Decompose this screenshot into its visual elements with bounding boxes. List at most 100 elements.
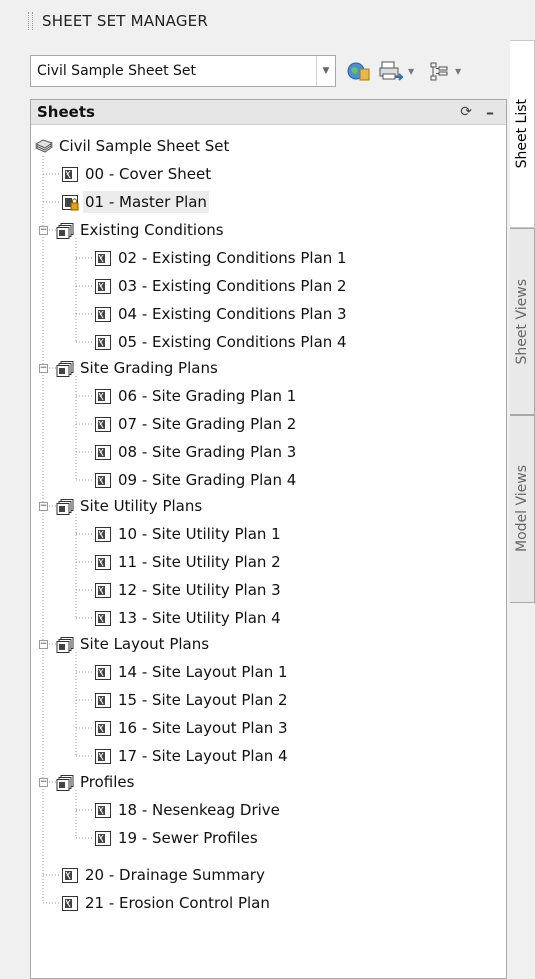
tree-node-label: Civil Sample Sheet Set [59, 137, 230, 155]
sheet-icon [95, 582, 111, 598]
tree-node-label: 09 - Site Grading Plan 4 [118, 471, 297, 489]
tree-subset-item[interactable]: Existing Conditions [56, 217, 226, 243]
sheet-icon [95, 416, 111, 432]
tree-node-label: Site Grading Plans [80, 359, 218, 377]
tree-sheet-item[interactable]: 21 - Erosion Control Plan [61, 890, 272, 916]
tree-sheet-item[interactable]: 11 - Site Utility Plan 2 [94, 549, 283, 575]
sheet-icon [95, 802, 111, 818]
tree-node-label: 18 - Nesenkeag Drive [118, 801, 280, 819]
tree-sheet-item[interactable]: 05 - Existing Conditions Plan 4 [94, 329, 349, 355]
collapse-button[interactable]: – [486, 103, 494, 122]
tree-subset-item[interactable]: Site Grading Plans [56, 355, 220, 381]
tree-node-label: 06 - Site Grading Plan 1 [118, 387, 297, 405]
tree-sheet-item[interactable]: 06 - Site Grading Plan 1 [94, 383, 298, 409]
tree-root-sheet-set[interactable]: Civil Sample Sheet Set [35, 133, 231, 159]
collapse-toggle[interactable]: − [39, 778, 48, 787]
locked-sheet-icon [62, 194, 79, 210]
tree-sheet-item[interactable]: 03 - Existing Conditions Plan 2 [94, 273, 349, 299]
tree-node-label: 17 - Site Layout Plan 4 [118, 747, 288, 765]
collapse-toggle[interactable]: − [39, 502, 48, 511]
sheet-icon [95, 472, 111, 488]
tree-sheet-item[interactable]: 07 - Site Grading Plan 2 [94, 411, 298, 437]
collapse-toggle[interactable]: − [39, 640, 48, 649]
sheet-set-dropdown-value: Civil Sample Sheet Set [37, 63, 197, 79]
palette-title: SHEET SET MANAGER [42, 12, 208, 30]
subset-icon [56, 498, 74, 515]
subset-icon [56, 636, 74, 653]
tree-node-label: 21 - Erosion Control Plan [85, 894, 270, 912]
sheet-icon [95, 250, 111, 266]
tree-node-label: 02 - Existing Conditions Plan 1 [118, 249, 347, 267]
tree-node-label: 07 - Site Grading Plan 2 [118, 415, 297, 433]
collapse-toggle[interactable]: − [39, 364, 48, 373]
tree-subset-item[interactable]: Site Utility Plans [56, 493, 204, 519]
tree-node-label: Site Layout Plans [80, 635, 210, 653]
sheets-panel-header: Sheets ⟳ – [31, 100, 506, 125]
sheet-icon [95, 692, 111, 708]
sheet-set-properties-button[interactable] [346, 59, 370, 83]
toolbar: Civil Sample Sheet Set ▼ ▼ ▼ [30, 55, 505, 87]
tree-node-label: 19 - Sewer Profiles [118, 829, 258, 847]
tree-sheet-item[interactable]: 01 - Master Plan [61, 189, 209, 215]
tree-node-label: 13 - Site Utility Plan 4 [118, 609, 281, 627]
tree-sheet-item[interactable]: 04 - Existing Conditions Plan 3 [94, 301, 349, 327]
tree-sheet-item[interactable]: 19 - Sewer Profiles [94, 825, 260, 851]
chevron-down-icon[interactable]: ▼ [408, 67, 414, 76]
refresh-icon[interactable]: ⟳ [460, 104, 472, 120]
tree-node-label: 04 - Existing Conditions Plan 3 [118, 305, 347, 323]
tab-model-views[interactable]: Model Views [510, 415, 535, 603]
tree-sheet-item[interactable]: 12 - Site Utility Plan 3 [94, 577, 283, 603]
tree-node-label: 20 - Drainage Summary [85, 866, 265, 884]
tree-node-label: Site Utility Plans [80, 497, 203, 515]
tree-sheet-item[interactable]: 15 - Site Layout Plan 2 [94, 687, 290, 713]
sheet-icon [95, 664, 111, 680]
view-options-button[interactable]: ▼ [428, 59, 461, 83]
tab-sheet-list[interactable]: Sheet List [510, 40, 535, 228]
subset-icon [56, 774, 74, 791]
tree-node-label: 14 - Site Layout Plan 1 [118, 663, 288, 681]
tree-sheet-item[interactable]: 09 - Site Grading Plan 4 [94, 467, 298, 493]
tree-subset-item[interactable]: Site Layout Plans [56, 631, 211, 657]
sheets-panel-title: Sheets [37, 103, 95, 121]
subset-icon [56, 222, 74, 239]
tree-node-label: 00 - Cover Sheet [85, 165, 212, 183]
publish-button[interactable]: ▼ [379, 59, 414, 83]
sheet-set-dropdown[interactable]: Civil Sample Sheet Set ▼ [30, 55, 336, 87]
palette-title-bar[interactable]: SHEET SET MANAGER [28, 0, 509, 42]
tree-sheet-item[interactable]: 02 - Existing Conditions Plan 1 [94, 245, 349, 271]
tree-node-label: 12 - Site Utility Plan 3 [118, 581, 281, 599]
grip-handle[interactable] [28, 12, 33, 30]
sheet-icon [95, 334, 111, 350]
tree-sheet-item[interactable]: 18 - Nesenkeag Drive [94, 797, 282, 823]
sheet-icon [95, 278, 111, 294]
tree-sheet-item[interactable]: 20 - Drainage Summary [61, 862, 267, 888]
chevron-down-icon[interactable]: ▼ [316, 56, 335, 86]
tab-sheet-views[interactable]: Sheet Views [510, 228, 535, 415]
tree-sheet-item[interactable]: 17 - Site Layout Plan 4 [94, 743, 290, 769]
sheet-icon [95, 610, 111, 626]
tree-node-label: 01 - Master Plan [83, 191, 209, 213]
tree-sheet-item[interactable]: 13 - Site Utility Plan 4 [94, 605, 283, 631]
chevron-down-icon[interactable]: ▼ [455, 67, 461, 76]
collapse-toggle[interactable]: − [39, 226, 48, 235]
tree-sheet-item[interactable]: 14 - Site Layout Plan 1 [94, 659, 290, 685]
palette-tabs: Sheet List Sheet Views Model Views [510, 40, 535, 973]
tree-subset-item[interactable]: Profiles [56, 769, 136, 795]
sheet-icon [62, 867, 78, 883]
tree-sheet-item[interactable]: 10 - Site Utility Plan 1 [94, 521, 283, 547]
sheet-icon [95, 526, 111, 542]
sheet-icon [95, 388, 111, 404]
tree-sheet-item[interactable]: 00 - Cover Sheet [61, 161, 213, 187]
tree-node-label: 11 - Site Utility Plan 2 [118, 553, 281, 571]
tree-node-label: Profiles [80, 773, 135, 791]
sheet-tree: − − − − − Civil Sample Sheet Set 00 - Co… [31, 127, 506, 957]
sheet-icon [95, 306, 111, 322]
tree-node-label: 05 - Existing Conditions Plan 4 [118, 333, 347, 351]
tree-node-label: 15 - Site Layout Plan 2 [118, 691, 288, 709]
sheet-icon [95, 748, 111, 764]
tree-sheet-item[interactable]: 08 - Site Grading Plan 3 [94, 439, 298, 465]
sheet-icon [95, 720, 111, 736]
tree-sheet-item[interactable]: 16 - Site Layout Plan 3 [94, 715, 290, 741]
tab-label: Sheet Views [514, 278, 530, 365]
tree-node-label: 10 - Site Utility Plan 1 [118, 525, 281, 543]
